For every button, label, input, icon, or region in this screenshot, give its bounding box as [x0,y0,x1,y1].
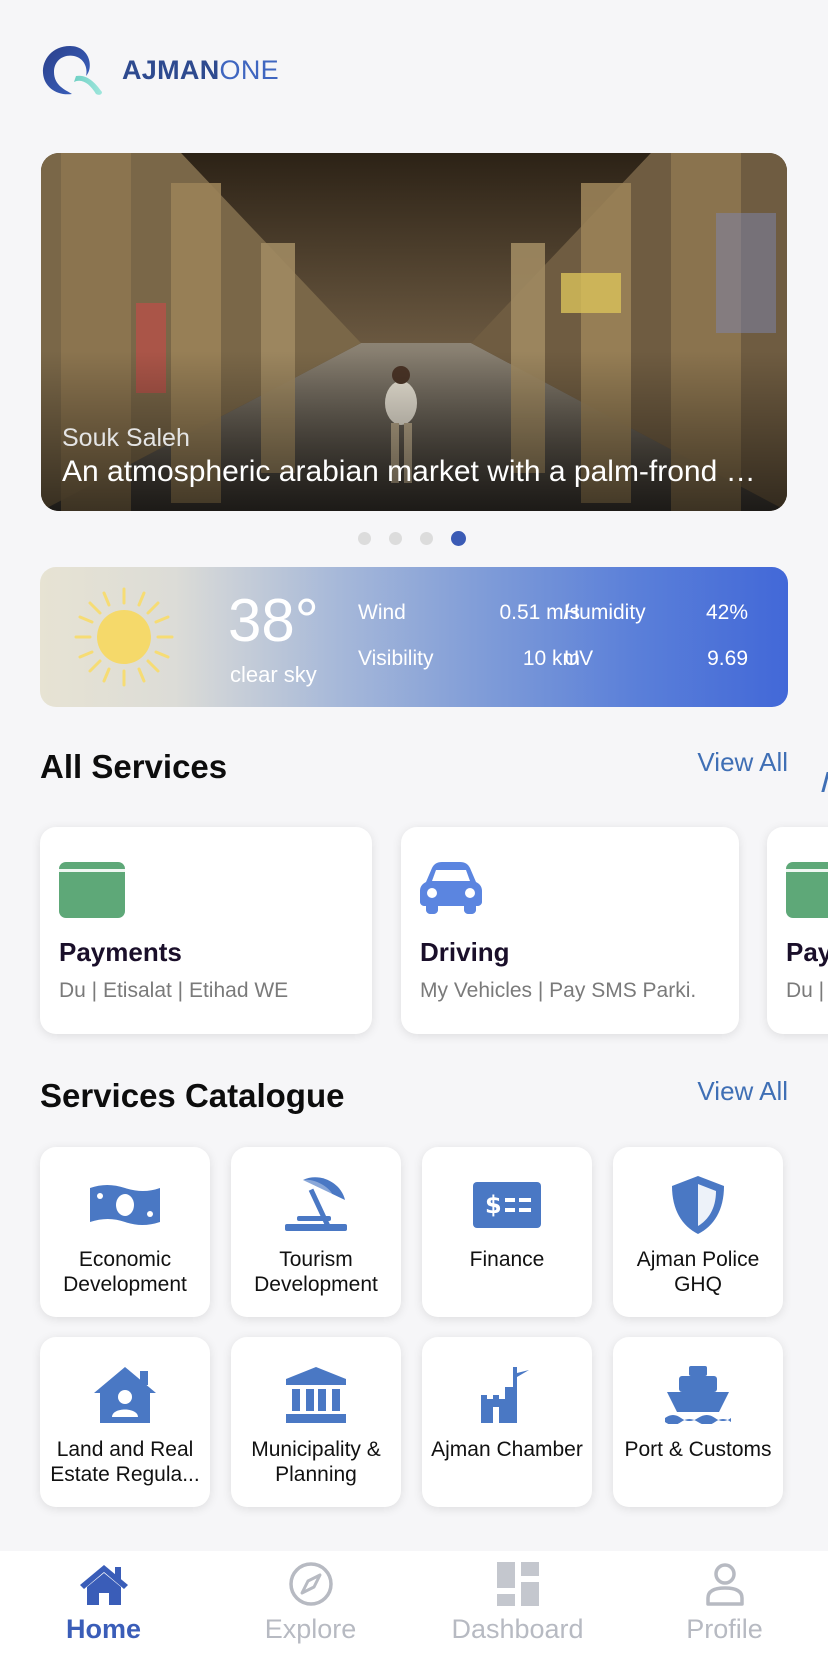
humidity-label: Humidity [564,601,646,624]
carousel-subtitle: Souk Saleh [62,424,190,452]
visibility-label: Visibility [358,647,434,670]
uv-value: 9.69 [707,647,748,670]
catalogue-finance[interactable]: $ Finance [422,1147,592,1317]
catalogue-port-customs[interactable]: Port & Customs [613,1337,783,1507]
offscreen-link-fragment [821,772,828,792]
brand-part-a: AJMAN [122,54,220,85]
wallet-icon [59,862,125,918]
bottom-navigation: Home Explore Dashboard Profile [0,1551,828,1676]
nav-label: Home [65,1614,141,1644]
catalogue-ajman-chamber[interactable]: Ajman Chamber [422,1337,592,1507]
service-card-payments[interactable]: Payments Du | Etisalat | Etihad WE [40,827,372,1034]
catalogue-land-real-estate[interactable]: Land and Real Estate Regula... [40,1337,210,1507]
wallet-icon [786,862,828,918]
building-columns-icon [286,1367,346,1423]
money-icon [90,1185,160,1225]
nav-explore[interactable]: Explore [207,1551,414,1676]
featured-carousel[interactable]: Souk Saleh An atmospheric arabian market… [41,153,787,511]
service-card-desc: Du | Etisalat | Etihad WE [59,979,289,1002]
nav-dashboard[interactable]: Dashboard [414,1551,621,1676]
weather-widget[interactable]: 38° clear sky Wind 0.51 m/s Humidity 42%… [40,567,788,707]
beach-umbrella-icon [285,1177,347,1231]
all-services-view-all[interactable]: View All [697,747,788,778]
home-icon [79,1565,128,1605]
dashboard-icon [496,1562,539,1606]
uv-label: UV [564,647,594,670]
service-card-name: Driving [420,937,510,967]
nav-profile[interactable]: Profile [621,1551,828,1676]
app-header: AJMANONE [40,42,279,98]
catalogue-tourism-development[interactable]: Tourism Development [231,1147,401,1317]
weather-condition: clear sky [230,662,317,687]
temperature: 38° [228,587,319,654]
ajman-one-logo-icon [42,46,102,95]
catalogue-municipality-planning[interactable]: Municipality & Planning [231,1337,401,1507]
carousel-title: An atmospheric arabian market with a pal… [62,455,762,488]
all-services-title: All Services [40,748,228,785]
profile-icon [705,1563,744,1606]
car-icon [420,862,482,914]
brand-part-b: ONE [219,54,279,85]
castle-icon [481,1367,529,1423]
catalogue-item-label: Land and Real Estate Regula... [50,1438,200,1486]
svg-text:$: $ [485,1191,502,1219]
service-card-desc: Du | [786,979,825,1002]
service-card-payments-partial[interactable]: Pay Du | [767,827,828,1034]
catalogue-title: Services Catalogue [40,1077,345,1114]
catalogue-item-label: Municipality & Planning [251,1438,381,1486]
catalogue-view-all[interactable]: View All [697,1076,788,1107]
sun-icon [74,587,174,687]
catalogue-item-label: Port & Customs [624,1438,772,1461]
carousel-dot-2[interactable] [389,532,402,545]
carousel-indicator [358,531,466,546]
catalogue-item-label: Finance [469,1248,545,1271]
nav-label: Dashboard [451,1614,584,1644]
catalogue-ajman-police[interactable]: Ajman Police GHQ [613,1147,783,1317]
catalogue-economic-development[interactable]: Economic Development [40,1147,210,1317]
nav-label: Explore [264,1614,357,1644]
wind-value: 0.51 m/s [499,601,580,624]
service-card-desc: My Vehicles | Pay SMS Parki. [420,979,697,1002]
service-card-name: Pay [786,937,828,967]
ship-icon [665,1366,731,1424]
nav-home[interactable]: Home [0,1551,207,1676]
visibility-value: 10 km [522,647,580,670]
carousel-dot-3[interactable] [420,532,433,545]
carousel-dot-1[interactable] [358,532,371,545]
brand-wordmark: AJMANONE [122,55,279,86]
carousel-dot-4[interactable] [451,531,466,546]
compass-icon [288,1562,333,1606]
shield-icon [672,1176,724,1234]
catalogue-item-label: Ajman Police GHQ [636,1248,760,1296]
catalogue-item-label: Tourism Development [254,1248,378,1296]
service-card-name: Payments [59,937,182,967]
wind-label: Wind [358,601,406,624]
catalogue-item-label: Ajman Chamber [431,1438,583,1461]
service-card-driving[interactable]: Driving My Vehicles | Pay SMS Parki. [401,827,739,1034]
house-user-icon [94,1367,156,1423]
nav-label: Profile [686,1614,763,1644]
dollar-bill-icon: $ [473,1182,541,1228]
catalogue-item-label: Economic Development [63,1248,187,1296]
humidity-value: 42% [705,601,748,624]
